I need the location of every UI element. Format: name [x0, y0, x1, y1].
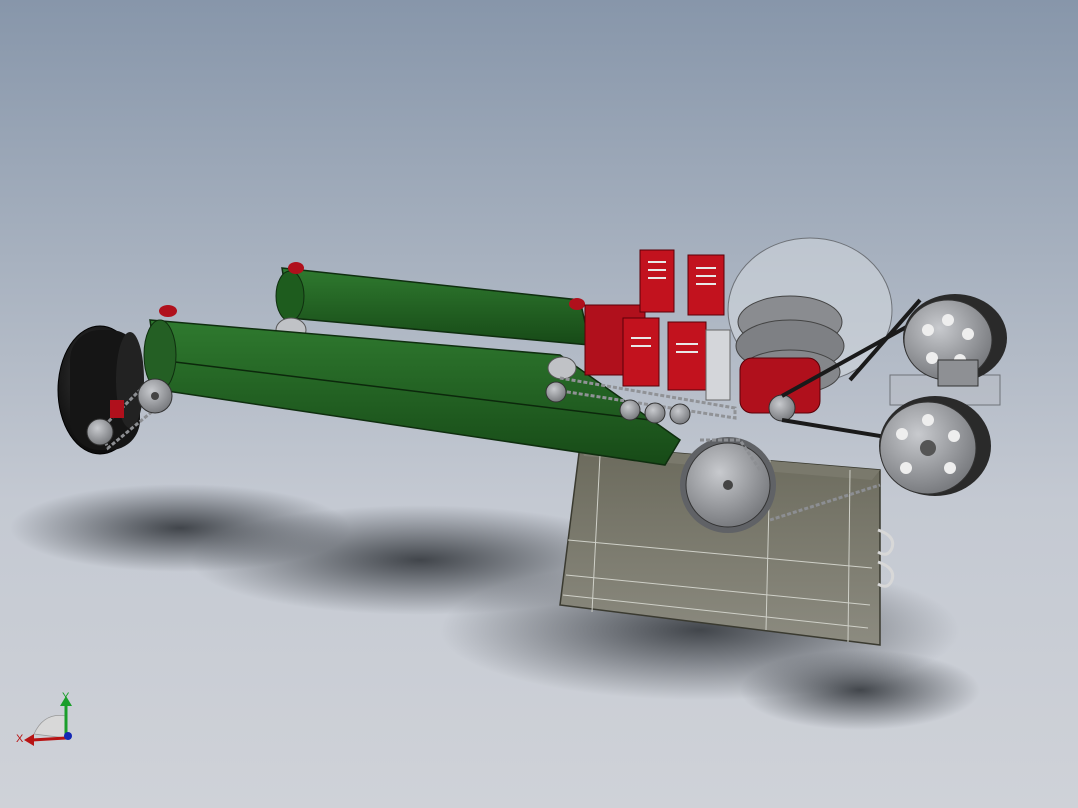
x-axis-arrow [31, 736, 67, 742]
coordinate-triad-icon: Y X [16, 691, 72, 746]
spring-tensioner-assembly[interactable] [584, 249, 731, 401]
x-axis-label: X [16, 733, 24, 745]
graphics-viewport[interactable]: Y X [0, 0, 1078, 808]
lower-pulley[interactable] [879, 396, 991, 496]
z-axis-dot [64, 732, 72, 740]
upper-pulley[interactable] [903, 294, 1007, 387]
crusher-housing[interactable] [727, 237, 893, 422]
y-axis-label: Y [62, 691, 70, 703]
cad-model[interactable] [0, 0, 1078, 808]
